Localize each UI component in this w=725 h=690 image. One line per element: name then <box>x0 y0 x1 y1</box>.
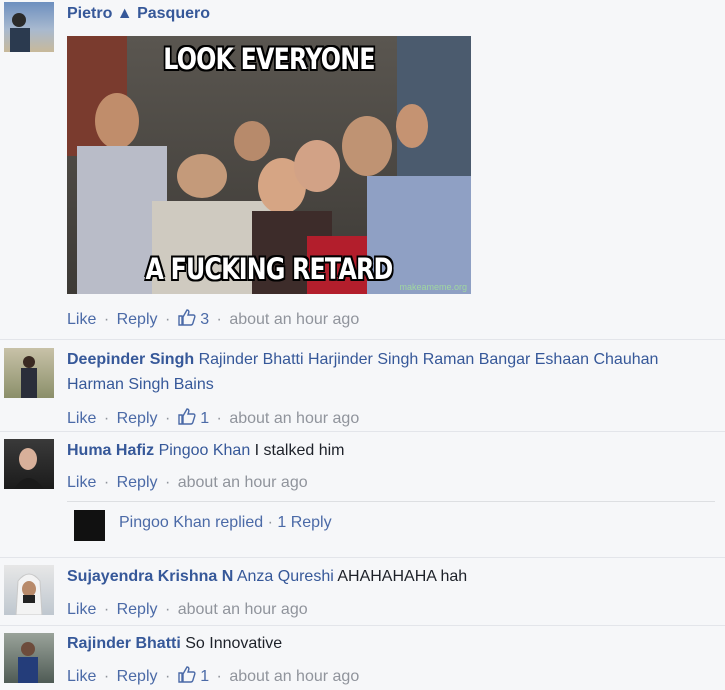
comment-huma: Huma Hafiz Pingoo Khan I stalked him Lik… <box>0 432 725 558</box>
thumbs-up-icon[interactable] <box>178 666 196 688</box>
separator: · <box>164 311 171 328</box>
comment-text: AHAHAHAHA hah <box>333 568 468 585</box>
person-icon <box>21 356 37 398</box>
like-link[interactable]: Like <box>67 601 96 618</box>
avatar[interactable] <box>4 565 54 615</box>
like-count[interactable]: 1 <box>200 410 209 427</box>
thumbs-up-icon[interactable] <box>178 408 196 430</box>
comment-sujayendra: Sujayendra Krishna N Anza Qureshi AHAHAH… <box>0 558 725 626</box>
replies-count[interactable]: 1 Reply <box>277 514 331 531</box>
comment-text: I stalked him <box>250 442 345 459</box>
comment-author[interactable]: Sujayendra Krishna N <box>67 568 233 585</box>
separator: · <box>103 601 110 618</box>
avatar[interactable] <box>4 439 54 489</box>
like-link[interactable]: Like <box>67 311 96 328</box>
person-icon <box>18 642 38 683</box>
meme-image[interactable]: LOOK EVERYONE A FUCKING RETARD makeameme… <box>67 0 471 300</box>
meme-photo: LOOK EVERYONE A FUCKING RETARD makeameme… <box>67 36 471 294</box>
comment-timestamp[interactable]: about an hour ago <box>229 311 359 328</box>
person-icon <box>15 573 43 615</box>
comment-author[interactable]: Huma Hafiz <box>67 442 154 459</box>
like-link[interactable]: Like <box>67 668 96 685</box>
reply-link[interactable]: Reply <box>117 311 158 328</box>
comment-meta: Like · Reply · 1 · about an hour ago <box>67 408 715 430</box>
separator: · <box>164 668 171 685</box>
comment-mentions[interactable]: Anza Qureshi <box>237 568 334 585</box>
comment-meta: Like · Reply · about an hour ago <box>67 601 715 619</box>
meme-watermark: makeameme.org <box>399 282 467 292</box>
reply-link[interactable]: Reply <box>117 668 158 685</box>
replies-toggle[interactable]: Pingoo Khan replied · 1 Reply <box>67 501 715 546</box>
separator: · <box>267 514 273 531</box>
comment-pietro: Pietro ▲ Pasquero LOOK EVERYONE A FUCKIN… <box>0 0 725 340</box>
separator: · <box>103 410 110 427</box>
comment-meta: Like · Reply · about an hour ago <box>67 474 715 492</box>
comment-rajinder: Rajinder Bhatti So Innovative Like · Rep… <box>0 626 725 690</box>
comment-author[interactable]: Deepinder Singh <box>67 351 194 368</box>
separator: · <box>103 668 110 685</box>
like-link[interactable]: Like <box>67 410 96 427</box>
comment-timestamp[interactable]: about an hour ago <box>178 474 308 491</box>
person-icon <box>14 448 44 489</box>
person-icon <box>10 13 30 52</box>
reply-link[interactable]: Reply <box>117 601 158 618</box>
avatar[interactable] <box>4 633 54 683</box>
separator: · <box>103 311 110 328</box>
comment-text: So Innovative <box>180 635 283 652</box>
separator: · <box>103 474 110 491</box>
comment-meta: Like · Reply · 1 · about an hour ago <box>67 666 715 688</box>
reply-link[interactable]: Reply <box>117 474 158 491</box>
like-count[interactable]: 3 <box>200 311 209 328</box>
like-count[interactable]: 1 <box>200 668 209 685</box>
comment-timestamp[interactable]: about an hour ago <box>178 601 308 618</box>
avatar[interactable] <box>4 348 54 398</box>
comment-timestamp[interactable]: about an hour ago <box>229 410 359 427</box>
avatar[interactable] <box>4 2 54 52</box>
meme-top-text: LOOK EVERYONE <box>163 42 375 76</box>
separator: · <box>216 668 222 685</box>
comment-timestamp[interactable]: about an hour ago <box>229 668 359 685</box>
comment-deepinder: Deepinder Singh Rajinder Bhatti Harjinde… <box>0 340 725 432</box>
separator: · <box>164 601 171 618</box>
like-link[interactable]: Like <box>67 474 96 491</box>
replies-label[interactable]: Pingoo Khan replied <box>119 514 263 531</box>
thumbs-up-icon[interactable] <box>178 309 196 331</box>
meme-bottom-text: A FUCKING RETARD <box>145 252 394 286</box>
separator: · <box>216 410 222 427</box>
separator: · <box>164 410 171 427</box>
comment-mentions[interactable]: Pingoo Khan <box>159 442 251 459</box>
reply-avatar <box>74 510 105 541</box>
separator: · <box>164 474 171 491</box>
comment-author[interactable]: Rajinder Bhatti <box>67 635 181 652</box>
comment-meta: Like · Reply · 3 · about an hour ago <box>67 309 715 331</box>
separator: · <box>216 311 222 328</box>
reply-link[interactable]: Reply <box>117 410 158 427</box>
